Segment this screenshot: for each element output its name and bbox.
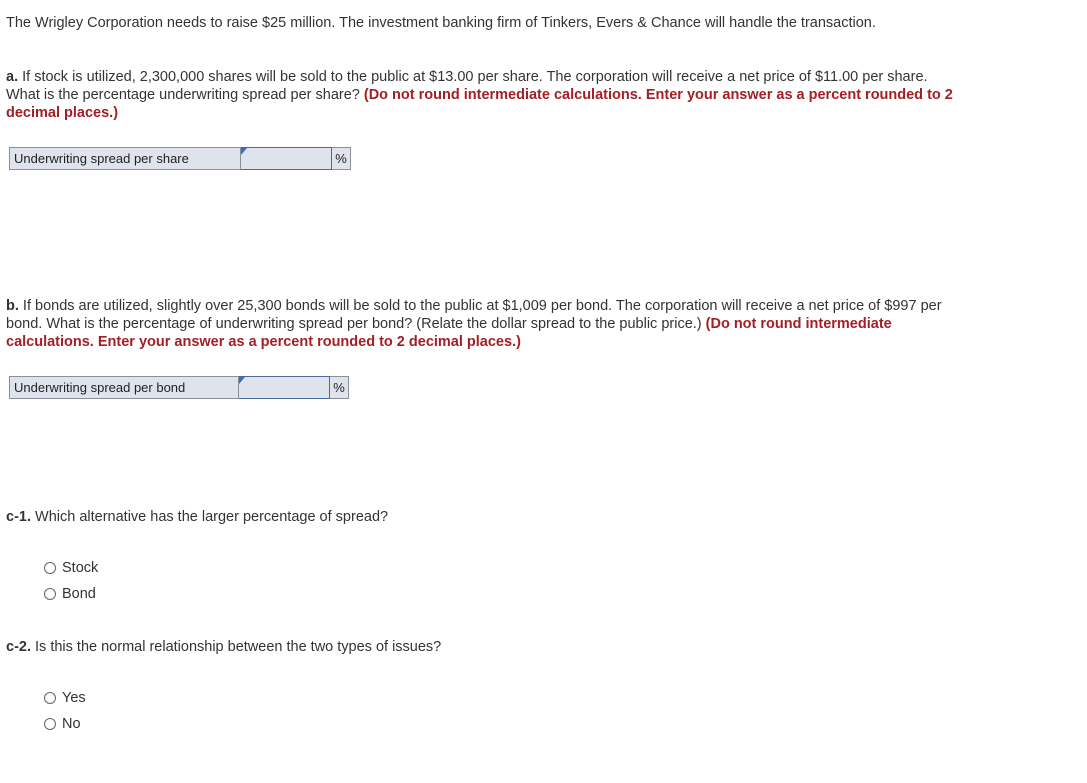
part-b-answer-label: Underwriting spread per bond [9,376,239,399]
radio-button[interactable] [44,692,56,704]
part-a-prefix: a. [6,69,19,85]
option-label: No [62,716,81,732]
part-b-answer-cell [238,376,330,399]
option-label: Yes [62,690,86,706]
option-label: Bond [62,586,96,602]
part-c1-options: Stock Bond [44,555,98,607]
part-b-unit: % [329,376,349,399]
radio-button[interactable] [44,588,56,600]
radio-button[interactable] [44,718,56,730]
part-b-answer-table: Underwriting spread per bond % [9,376,349,399]
part-a-answer-label: Underwriting spread per share [9,147,241,170]
flag-icon [239,377,245,384]
option-yes[interactable]: Yes [44,685,86,711]
part-c2-text: Is this the normal relationship between … [31,639,442,655]
part-a-answer-table: Underwriting spread per share % [9,147,351,170]
part-b-question: b. If bonds are utilized, slightly over … [6,297,956,351]
option-bond[interactable]: Bond [44,581,98,607]
part-c1-question: c-1. Which alternative has the larger pe… [6,508,956,526]
part-c2-question: c-2. Is this the normal relationship bet… [6,638,956,656]
part-b-answer-input[interactable] [239,378,329,397]
option-stock[interactable]: Stock [44,555,98,581]
part-b-prefix: b. [6,298,19,314]
part-c1-prefix: c-1. [6,509,31,525]
part-a-answer-cell [240,147,332,170]
flag-icon [241,148,247,155]
part-a-unit: % [331,147,351,170]
option-no[interactable]: No [44,711,86,737]
part-c2-options: Yes No [44,685,86,737]
part-c1-text: Which alternative has the larger percent… [31,509,389,525]
option-label: Stock [62,560,99,576]
part-a-answer-input[interactable] [241,149,331,168]
radio-button[interactable] [44,562,56,574]
intro-text: The Wrigley Corporation needs to raise $… [6,15,876,31]
part-c2-prefix: c-2. [6,639,31,655]
part-a-question: a. If stock is utilized, 2,300,000 share… [6,68,956,122]
